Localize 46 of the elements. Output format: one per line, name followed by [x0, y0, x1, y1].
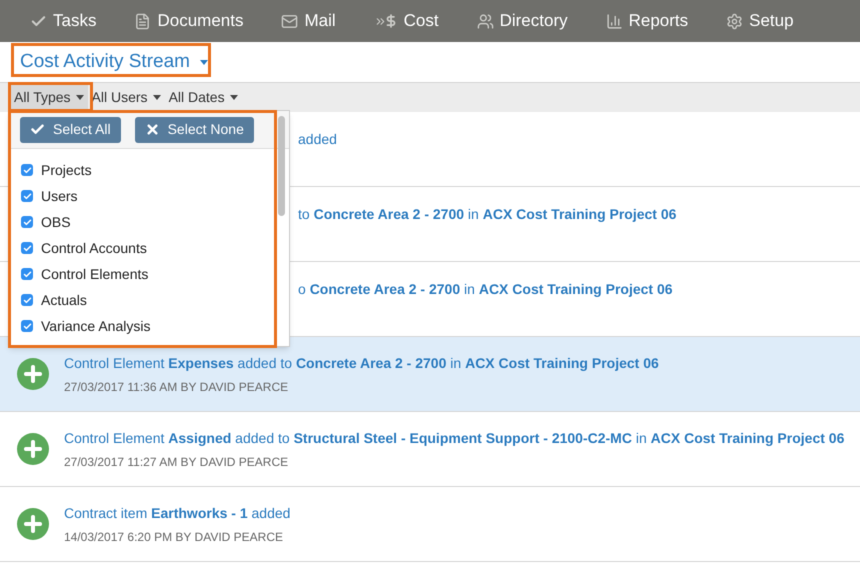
- caret-icon: [230, 95, 238, 100]
- nav-link[interactable]: Documents: [134, 8, 244, 34]
- activity-message: Contract item Earthworks - 1 added: [64, 504, 290, 522]
- checkbox[interactable]: [21, 190, 33, 202]
- menu-item-label: Control Elements: [41, 264, 148, 284]
- activity-message: o Concrete Area 2 - 2700 in ACX Cost Training Project 06: [298, 280, 673, 299]
- menu-action-button[interactable]: Select All: [20, 116, 121, 142]
- caret-icon: [152, 95, 161, 100]
- activity-message: Control Element Expenses added to Concrete Area 2 - 2700 in ACX Cost Training Project 06: [64, 354, 659, 373]
- people-icon: [476, 12, 494, 30]
- checkbox[interactable]: [21, 242, 33, 254]
- activity-message: added: [298, 130, 337, 148]
- checkbox[interactable]: [21, 216, 33, 228]
- activity-message: Control Element Assigned added to Structural Steel - Equipment Support - 2100-C2-MC in ACX Cost Training Project 06: [64, 428, 844, 448]
- menu-item-label: OBS: [41, 212, 71, 232]
- activity-meta: 14/03/2017 6:20 PM BY DAVID PEARCE: [64, 528, 284, 546]
- nav-link[interactable]: Mail: [281, 8, 336, 34]
- stream-title-dropdown[interactable]: Cost Activity Stream: [20, 48, 208, 76]
- checkbox[interactable]: [21, 164, 33, 176]
- menu-action-button[interactable]: Select None: [134, 116, 254, 142]
- nav-link[interactable]: Tasks: [30, 8, 96, 34]
- checkbox[interactable]: [21, 294, 33, 306]
- activity-meta: 27/03/2017 11:36 AM BY DAVID PEARCE: [64, 378, 290, 396]
- money-icon: [374, 14, 398, 28]
- menu-item-label: Users: [41, 186, 78, 206]
- activity-message: to Concrete Area 2 - 2700 in ACX Cost Training Project 06: [298, 204, 676, 224]
- caret-icon: [76, 95, 84, 100]
- nav-link[interactable]: Cost: [374, 8, 439, 34]
- nav-link[interactable]: Directory: [476, 8, 568, 34]
- close-icon: [144, 122, 160, 137]
- menu-item-label: Actuals: [41, 290, 87, 310]
- settings-icon: [726, 12, 744, 30]
- activity-meta: 27/03/2017 11:27 AM BY DAVID PEARCE: [64, 454, 290, 470]
- filter-dropdown[interactable]: All Dates: [164, 83, 242, 112]
- nav-link[interactable]: Reports: [606, 8, 688, 34]
- menu-item-label: Projects: [41, 160, 92, 180]
- mail-icon: [281, 12, 298, 30]
- menu-item-label: Variance Analysis: [41, 316, 150, 336]
- nav-link[interactable]: Setup: [726, 8, 794, 34]
- checkbox[interactable]: [21, 268, 33, 280]
- caret-icon: [200, 60, 208, 64]
- check-icon: [30, 122, 45, 137]
- checkbox[interactable]: [21, 320, 33, 332]
- menu-item-label: Control Accounts: [41, 238, 147, 258]
- bar-chart-icon: [606, 12, 623, 30]
- document-icon: [134, 12, 152, 30]
